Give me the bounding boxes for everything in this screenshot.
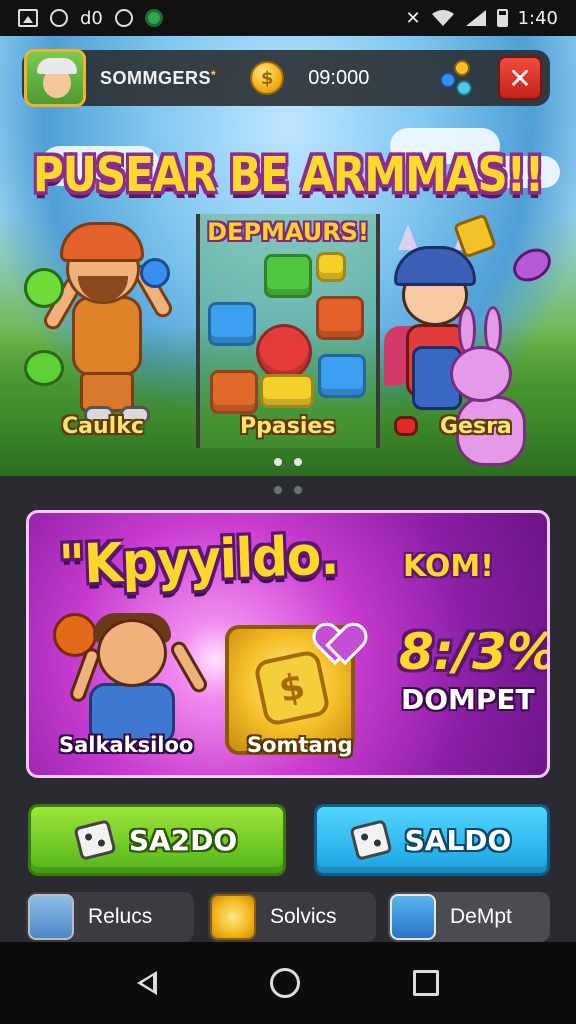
tab-solvics[interactable]: Solvics [208, 892, 376, 942]
page-dot[interactable] [294, 486, 302, 494]
carousel-dots[interactable] [0, 458, 576, 466]
app-notification-icon [144, 9, 163, 27]
puzzle-block [318, 354, 366, 398]
status-bar: d0 ✕ 1:40 [0, 0, 576, 36]
blue-button-label: SALDO [404, 823, 512, 857]
mute-icon: ✕ [405, 7, 421, 29]
hero-title: PUSEAR BE ARMMAS!! [32, 146, 544, 203]
bunny-character [450, 306, 540, 476]
girl-shoe [394, 416, 418, 436]
promo-label-center: Somtang [247, 733, 353, 757]
puzzle-block [316, 252, 346, 282]
worker-character [38, 204, 178, 434]
game-screen: d0 ✕ 1:40 SOMMGERS* $ 09:000 ✕ PUSEAR BE… [0, 0, 576, 1024]
recent-apps-icon[interactable] [413, 970, 440, 996]
close-icon: ✕ [508, 61, 532, 95]
image-icon [18, 9, 38, 27]
gem-icon [140, 258, 170, 288]
panel-label-middle: Ppasies [240, 414, 336, 439]
gem-yellow [454, 60, 470, 76]
green-button-label: SA2DO [128, 823, 238, 857]
panel-title-middle: DEPMAURS! [207, 218, 369, 246]
coin-symbol: $ [260, 67, 274, 89]
tab-label: DeMpt [450, 905, 512, 928]
player-name: SOMMGERS* [100, 67, 217, 88]
promo-label-left: Salkaksiloo [59, 733, 194, 757]
gems-icon[interactable] [438, 58, 476, 98]
promo-title: "Kpyyildo. [57, 523, 340, 597]
system-nav-bar [0, 942, 576, 1024]
puzzle-panel[interactable]: DEPMAURS! Ppasies [196, 214, 380, 448]
game-area: SOMMGERS* $ 09:000 ✕ PUSEAR BE ARMMAS!! [0, 36, 576, 942]
status-time: 1:40 [517, 7, 558, 29]
gem-icon [507, 242, 557, 288]
clock-icon [114, 9, 133, 27]
promo-subtitle: KOM! [403, 549, 494, 584]
girl-hat-ear [398, 224, 418, 250]
puzzle-block [264, 254, 312, 298]
panel-label-left: Caulkc [62, 414, 144, 439]
carousel-dot[interactable] [274, 458, 282, 466]
tab-label: Solvics [270, 905, 337, 928]
puzzle-block [208, 302, 256, 346]
puzzle-block [256, 324, 312, 380]
tab-label: Relucs [88, 905, 153, 928]
boy-arm [168, 638, 210, 696]
hero-carousel[interactable]: SOMMGERS* $ 09:000 ✕ PUSEAR BE ARMMAS!! [0, 36, 576, 476]
player-avatar[interactable] [24, 49, 86, 107]
name-star: * [211, 67, 217, 82]
gem-icon [24, 350, 64, 386]
panel-label-right: Gesra [440, 414, 512, 439]
back-icon[interactable] [136, 971, 157, 995]
coin-count: 09:000 [308, 66, 370, 89]
promo-banner[interactable]: "Kpyyildo. KOM! $ 8:/3% DOMPET Salkaksil… [26, 510, 550, 778]
dice-icon [73, 819, 117, 861]
boy-head [97, 619, 167, 687]
character-icon [28, 894, 74, 940]
bunny-head [450, 346, 512, 402]
gem-blue [440, 72, 456, 88]
blue-saldo-button[interactable]: SALDO [314, 804, 550, 876]
close-button[interactable]: ✕ [498, 56, 542, 100]
gem-cyan [456, 80, 472, 96]
tab-dempt[interactable]: DeMpt [388, 892, 550, 942]
promo-value: 8:/3% [399, 623, 550, 681]
carousel-dot[interactable] [294, 458, 302, 466]
signal-icon [465, 10, 486, 26]
promo-dompet-label: DOMPET [401, 683, 535, 716]
tab-relucs[interactable]: Relucs [26, 892, 194, 942]
heart-icon [317, 625, 357, 661]
green-saldo-button[interactable]: SA2DO [28, 804, 286, 876]
top-hud: SOMMGERS* $ 09:000 ✕ [22, 49, 550, 107]
puzzle-block [260, 374, 314, 408]
wifi-icon [431, 10, 454, 26]
coin-icon: $ [250, 61, 285, 95]
gem-icon [24, 268, 64, 308]
status-left-text: d0 [80, 7, 103, 29]
page-dots[interactable] [0, 486, 576, 494]
puzzle-block [316, 296, 364, 340]
page-dot[interactable] [274, 486, 282, 494]
treasure-symbol: $ [275, 665, 309, 711]
home-icon[interactable] [269, 968, 300, 998]
alarm-icon [50, 9, 68, 27]
wallet-icon [390, 894, 436, 940]
avatar-hat [37, 58, 77, 74]
dice-icon [349, 819, 393, 861]
battery-icon [496, 9, 508, 27]
coin-icon [210, 894, 256, 940]
worker-helmet [60, 222, 144, 262]
worker-body [72, 296, 142, 376]
puzzle-block [210, 370, 258, 414]
